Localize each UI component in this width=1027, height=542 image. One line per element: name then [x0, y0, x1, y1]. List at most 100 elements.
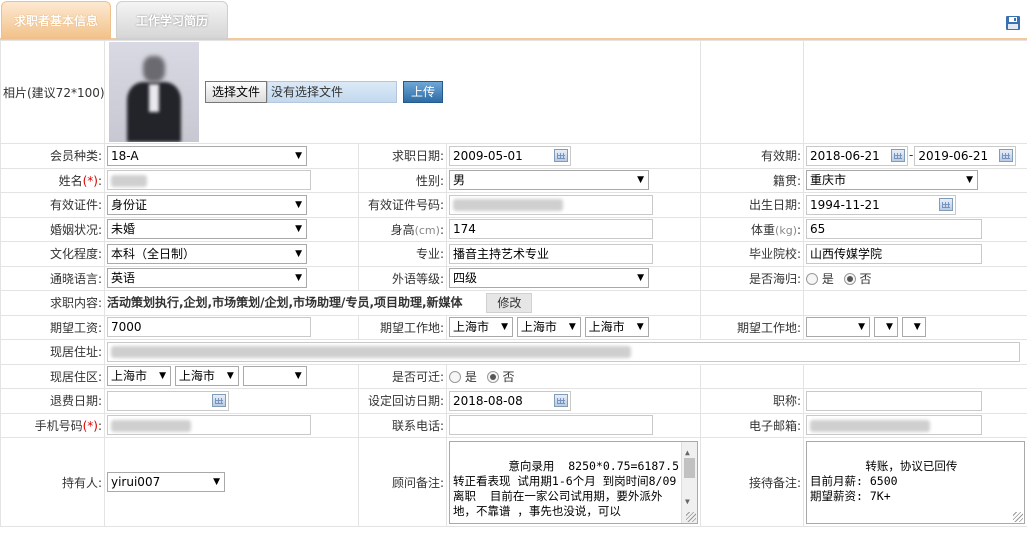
calendar-icon[interactable] — [554, 393, 568, 407]
valid-period-label: 有效期: — [700, 143, 805, 169]
calendar-icon[interactable] — [891, 148, 906, 162]
district-city-select[interactable]: 上海市 ▼ — [174, 366, 239, 387]
overseas-no-label: 否 — [859, 271, 872, 286]
chevron-down-icon: ▼ — [226, 371, 234, 382]
expected-salary-input[interactable]: 7000 — [107, 317, 311, 338]
relocate-yes-label: 是 — [464, 369, 477, 384]
chevron-down-icon: ▼ — [295, 248, 302, 259]
expected-province-2-select[interactable]: ▼ — [806, 317, 871, 338]
native-place-label: 籍贯: — [700, 167, 805, 193]
job-date-label: 求职日期: — [358, 143, 447, 169]
overseas-no-radio[interactable] — [843, 273, 856, 286]
chevron-down-icon: ▼ — [295, 199, 302, 210]
chevron-down-icon: ▼ — [885, 322, 893, 333]
language-level-select[interactable]: 四级 ▼ — [449, 268, 649, 289]
id-number-label: 有效证件号码: — [358, 192, 447, 218]
relocate-label: 是否可迁: — [358, 363, 447, 389]
email-input[interactable] — [806, 415, 983, 436]
relocate-yes-radio[interactable] — [449, 371, 461, 384]
expected-city-2-select[interactable]: ▼ — [873, 317, 898, 338]
tab-work-study-resume[interactable]: 工作学习简历 — [116, 1, 228, 39]
expected-salary-label: 期望工资: — [0, 314, 105, 340]
chevron-down-icon: ▼ — [636, 322, 644, 333]
major-label: 专业: — [358, 241, 447, 267]
height-input[interactable]: 174 — [449, 219, 653, 240]
phone-label: 联系电话: — [358, 412, 447, 438]
expected-district-2-select[interactable]: ▼ — [901, 317, 926, 338]
id-type-select[interactable]: 身份证 ▼ — [107, 194, 307, 215]
mobile-label: 手机号码(*): — [0, 412, 105, 438]
id-type-label: 有效证件: — [0, 192, 105, 218]
overseas-yes-radio[interactable] — [806, 273, 819, 286]
expected-province-select[interactable]: 上海市 ▼ — [449, 317, 513, 338]
district-area-select[interactable]: ▼ — [242, 366, 307, 387]
education-select[interactable]: 本科（全日制） ▼ — [107, 243, 307, 264]
district-label: 现居住区: — [0, 363, 105, 389]
applicant-photo — [109, 42, 199, 142]
relocate-no-label: 否 — [502, 369, 515, 384]
file-status: 没有选择文件 — [267, 81, 398, 103]
chevron-down-icon: ▼ — [295, 273, 302, 284]
resize-grip-icon[interactable] — [686, 511, 697, 522]
birth-date-label: 出生日期: — [700, 192, 805, 218]
expected-location-2-label: 期望工作地: — [700, 314, 805, 340]
overseas-yes-label: 是 — [821, 271, 834, 286]
callback-date-label: 设定回访日期: — [358, 388, 447, 414]
height-label: 身高(cm): — [358, 216, 447, 242]
relocate-no-radio[interactable] — [486, 371, 499, 384]
gender-select[interactable]: 男 ▼ — [449, 170, 649, 191]
marital-label: 婚姻状况: — [0, 216, 105, 242]
chevron-down-icon: ▼ — [295, 224, 302, 235]
chevron-down-icon: ▼ — [637, 273, 644, 284]
mobile-input[interactable] — [107, 415, 311, 436]
marital-select[interactable]: 未婚 ▼ — [107, 219, 307, 240]
school-label: 毕业院校: — [700, 241, 805, 267]
language-level-label: 外语等级: — [358, 265, 447, 291]
name-input[interactable] — [107, 170, 311, 191]
chevron-down-icon: ▼ — [213, 477, 220, 487]
expected-city-select[interactable]: 上海市 ▼ — [516, 317, 581, 338]
school-input[interactable]: 山西传媒学院 — [806, 243, 983, 264]
reception-note-textarea[interactable]: 转账，协议已回传 目前月薪: 6500 期望薪资: 7K+ — [806, 440, 1026, 524]
scrollbar[interactable]: ▲ ▼ — [681, 441, 698, 523]
chevron-down-icon: ▼ — [858, 322, 866, 333]
calendar-icon[interactable] — [939, 197, 954, 211]
birth-date-input[interactable]: 1994-11-21 — [806, 194, 957, 215]
member-type-select[interactable]: 18-A ▼ — [107, 145, 307, 166]
owner-label: 持有人: — [0, 437, 105, 527]
weight-input[interactable]: 65 — [806, 219, 983, 240]
phone-input[interactable] — [449, 415, 653, 436]
education-label: 文化程度: — [0, 241, 105, 267]
address-label: 现居住址: — [0, 339, 105, 365]
district-province-select[interactable]: 上海市 ▼ — [107, 366, 171, 387]
title-input[interactable] — [806, 390, 983, 411]
expected-location-label: 期望工作地: — [358, 314, 447, 340]
native-place-select[interactable]: 重庆市 ▼ — [806, 170, 979, 191]
address-input[interactable] — [107, 341, 1020, 362]
chevron-down-icon: ▼ — [501, 322, 508, 333]
edit-job-content-button[interactable]: 修改 — [486, 292, 533, 313]
refund-date-input[interactable] — [107, 390, 229, 411]
expected-district-select[interactable]: 上海市 ▼ — [584, 317, 649, 338]
chevron-down-icon: ▼ — [966, 175, 974, 186]
tab-basic-info[interactable]: 求职者基本信息 — [1, 1, 111, 39]
major-input[interactable]: 播音主持艺术专业 — [449, 243, 653, 264]
choose-file-button[interactable]: 选择文件 — [205, 81, 268, 103]
advisor-note-label: 顾问备注: — [358, 437, 447, 527]
member-type-label: 会员种类: — [0, 143, 105, 169]
job-date-input[interactable]: 2009-05-01 — [449, 145, 571, 166]
calendar-icon[interactable] — [212, 393, 226, 407]
name-label: 姓名(*): — [0, 167, 105, 193]
calendar-icon[interactable] — [999, 148, 1014, 162]
owner-select[interactable]: yirui007 ▼ — [107, 472, 225, 492]
language-select[interactable]: 英语 ▼ — [107, 268, 307, 289]
id-number-input[interactable] — [449, 194, 653, 215]
callback-date-input[interactable]: 2018-08-08 — [449, 390, 571, 411]
save-icon[interactable] — [1005, 15, 1021, 31]
advisor-note-textarea[interactable]: 意向录用 8250*0.75=6187.5 转正看表现 试用期1-6个月 到岗时… — [449, 440, 699, 524]
chevron-down-icon: ▼ — [295, 150, 302, 161]
resize-grip-icon[interactable] — [1013, 511, 1024, 522]
upload-button[interactable]: 上传 — [403, 81, 444, 103]
calendar-icon[interactable] — [554, 148, 568, 162]
date-range-separator: - — [909, 148, 914, 163]
